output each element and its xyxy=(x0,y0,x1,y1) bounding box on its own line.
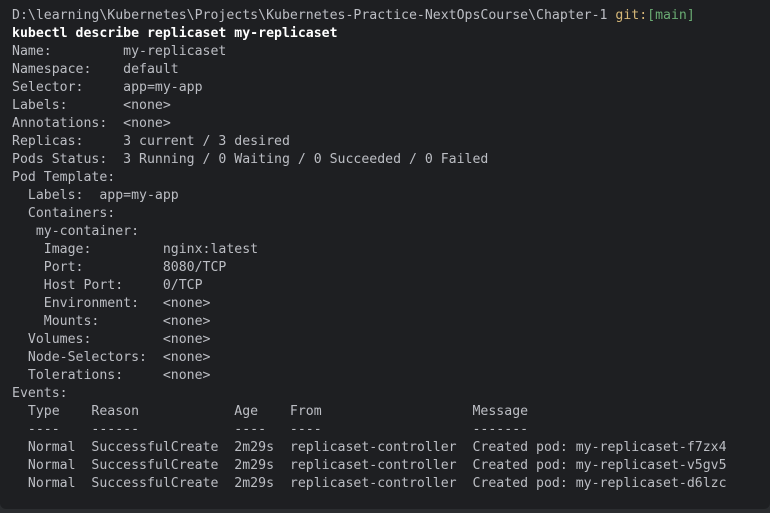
output-line: Port: 8080/TCP xyxy=(12,260,227,275)
output-line: Mounts: <none> xyxy=(12,314,211,329)
prompt-path: D:\learning\Kubernetes\Projects\Kubernet… xyxy=(12,8,616,23)
shell-prompt: D:\learning\Kubernetes\Projects\Kubernet… xyxy=(12,7,758,25)
git-label: git: xyxy=(615,8,648,23)
output-line: Environment: <none> xyxy=(12,296,211,311)
output-line: Image: nginx:latest xyxy=(12,242,259,257)
output-line: Containers: xyxy=(12,206,116,221)
event-row: Normal SuccessfulCreate 2m29s replicaset… xyxy=(12,476,727,491)
event-row: Normal SuccessfulCreate 2m29s replicaset… xyxy=(12,440,727,455)
terminal-window[interactable]: D:\learning\Kubernetes\Projects\Kubernet… xyxy=(0,0,770,509)
output-line: Volumes: <none> xyxy=(12,332,211,347)
git-branch: [main] xyxy=(647,8,695,23)
output-line: Name: my-replicaset xyxy=(12,44,227,59)
output-line: Labels: <none> xyxy=(12,98,171,113)
command-line: kubectl describe replicaset my-replicase… xyxy=(12,26,338,41)
output-line: Labels: app=my-app xyxy=(12,188,179,203)
output-line: Tolerations: <none> xyxy=(12,368,211,383)
output-line: Host Port: 0/TCP xyxy=(12,278,203,293)
output-line: Replicas: 3 current / 3 desired xyxy=(12,134,290,149)
output-line: Namespace: default xyxy=(12,62,179,77)
output-line: Events: xyxy=(12,386,68,401)
event-row: Normal SuccessfulCreate 2m29s replicaset… xyxy=(12,458,727,473)
output-line: Pods Status: 3 Running / 0 Waiting / 0 S… xyxy=(12,152,489,167)
events-header-row: Type Reason Age From Message xyxy=(12,404,529,419)
output-line: Node-Selectors: <none> xyxy=(12,350,211,365)
events-separator-row: ---- ------ ---- ---- ------- xyxy=(12,422,529,437)
output-line: Pod Template: xyxy=(12,170,116,185)
output-line: Annotations: <none> xyxy=(12,116,171,131)
output-line: my-container: xyxy=(12,224,140,239)
output-line: Selector: app=my-app xyxy=(12,80,203,95)
